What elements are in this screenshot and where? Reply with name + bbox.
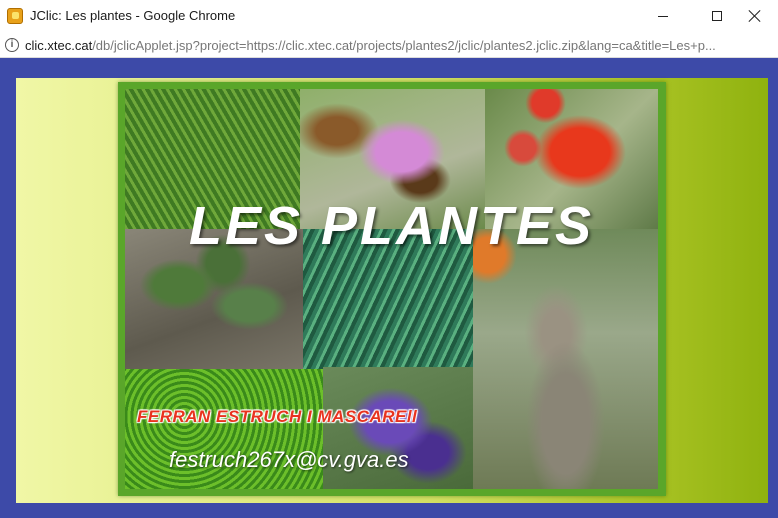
info-icon[interactable]: i (5, 38, 19, 52)
url-domain: clic.xtec.cat (25, 38, 93, 53)
tree-trunk-photo (473, 229, 658, 489)
url-path: /db/jclicApplet.jsp?project=https://clic… (92, 38, 716, 53)
author-name: FERRAN ESTRUCH I MASCAREll (137, 407, 418, 426)
close-icon (749, 10, 761, 22)
author-email: festruch267x@cv.gva.es (169, 447, 409, 472)
minimize-button[interactable] (640, 0, 686, 32)
jclic-icon (7, 8, 23, 24)
minimize-icon (658, 15, 668, 17)
url-text[interactable]: clic.xtec.cat/db/jclicApplet.jsp?project… (25, 38, 777, 53)
title-bar: JClic: Les plantes - Google Chrome (0, 0, 778, 32)
window-title: JClic: Les plantes - Google Chrome (30, 8, 236, 23)
close-button[interactable] (732, 0, 778, 32)
address-bar[interactable]: i clic.xtec.cat/db/jclicApplet.jsp?proje… (0, 32, 778, 58)
plants-collage-image[interactable]: LES PLANTES FERRAN ESTRUCH I MASCAREll f… (125, 89, 658, 489)
cover-headline: LES PLANTES (188, 196, 595, 256)
maximize-icon (712, 11, 722, 21)
